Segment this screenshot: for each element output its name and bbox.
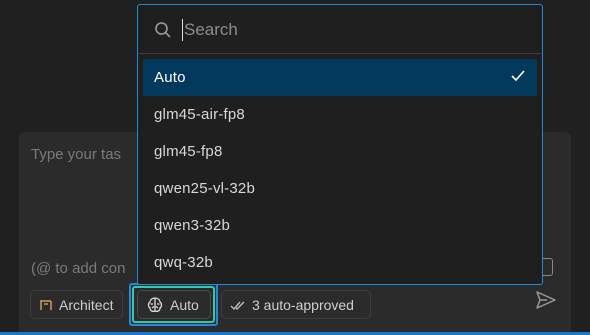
search-row: [138, 5, 542, 54]
mention-hint: (@ to add con: [31, 260, 126, 277]
model-option-label: Auto: [154, 69, 186, 86]
mode-label: Architect: [59, 296, 114, 313]
model-selector-button[interactable]: Auto: [137, 290, 211, 319]
search-input[interactable]: [182, 17, 526, 43]
double-check-icon: [230, 301, 245, 310]
task-placeholder: Type your tas: [31, 146, 122, 163]
model-option-label: glm45-air-fp8: [154, 106, 245, 123]
model-option[interactable]: glm45-fp8: [143, 133, 537, 170]
model-option[interactable]: qwen3-32b: [143, 207, 537, 244]
send-icon[interactable]: [536, 291, 556, 309]
model-option-list: Auto glm45-air-fp8 glm45-fp8 qwen25-vl-3…: [143, 59, 537, 281]
model-option-label: qwen25-vl-32b: [154, 180, 255, 197]
check-icon: [511, 70, 525, 82]
architect-icon: [40, 299, 52, 310]
model-option-label: glm45-fp8: [154, 143, 223, 160]
model-option[interactable]: Auto: [143, 59, 537, 96]
model-label: Auto: [170, 296, 199, 313]
search-icon: [155, 22, 171, 38]
model-option[interactable]: qwen25-vl-32b: [143, 170, 537, 207]
brain-icon: [147, 296, 163, 312]
auto-approve-button[interactable]: 3 auto-approved: [221, 290, 371, 319]
model-option-label: qwq-32b: [154, 254, 213, 271]
model-option-label: qwen3-32b: [154, 217, 231, 234]
auto-approve-label: 3 auto-approved: [252, 296, 354, 313]
mode-selector-button[interactable]: Architect: [30, 290, 123, 319]
model-dropdown: Auto glm45-air-fp8 glm45-fp8 qwen25-vl-3…: [137, 4, 543, 285]
model-option[interactable]: glm45-air-fp8: [143, 96, 537, 133]
text-caret: [182, 19, 183, 41]
model-option[interactable]: qwq-32b: [143, 244, 537, 281]
